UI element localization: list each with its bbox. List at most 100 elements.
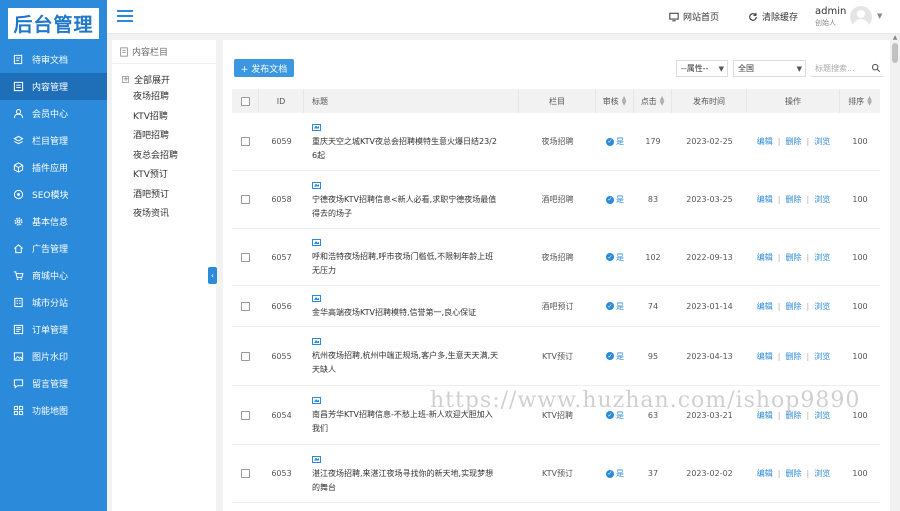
publish-document-button[interactable]: + 发布文档 <box>234 59 294 77</box>
row-audit-status[interactable]: ✓ 是 <box>596 445 634 502</box>
row-title-link[interactable]: 宁德夜场KTV招聘信息<新人必看,求职宁德夜场最值 得去的场子 <box>312 171 517 228</box>
clear-cache-button[interactable]: 清除缓存 <box>748 10 798 23</box>
tree-item[interactable]: 夜场资讯 <box>112 203 216 223</box>
edit-link[interactable]: 编辑 <box>757 136 773 147</box>
sidebar-item[interactable]: 内容管理 <box>0 73 107 100</box>
col-sort[interactable]: 排序 ▲ ▼ <box>840 89 880 113</box>
sidebar-item[interactable]: 城市分站 <box>0 289 107 316</box>
row-ops: 编辑 | 删除 | 浏览 <box>747 445 840 502</box>
sidebar-item[interactable]: 广告管理 <box>0 235 107 262</box>
delete-link[interactable]: 删除 <box>786 410 802 421</box>
sidebar-item[interactable]: 商城中心 <box>0 262 107 289</box>
row-title-link[interactable]: 杭州夜场招聘,杭州中端正规场,客户多,生意天天满,天 天缺人 <box>312 327 517 385</box>
row-audit-status[interactable]: ✓ 是 <box>596 171 634 228</box>
delete-link[interactable]: 删除 <box>786 252 802 263</box>
sidebar-item[interactable]: 基本信息 <box>0 208 107 235</box>
chevron-down-icon[interactable]: ▼ <box>877 12 882 20</box>
row-checkbox[interactable] <box>241 252 250 262</box>
edit-link[interactable]: 编辑 <box>757 301 773 312</box>
view-link[interactable]: 浏览 <box>814 410 830 421</box>
edit-link[interactable]: 编辑 <box>757 351 773 362</box>
row-checkbox[interactable] <box>241 195 250 204</box>
delete-link[interactable]: 删除 <box>786 351 802 362</box>
sidebar-item[interactable]: 订单管理 <box>0 316 107 343</box>
row-checkbox[interactable] <box>241 351 250 361</box>
select-all-checkbox[interactable] <box>240 96 250 106</box>
view-link[interactable]: 浏览 <box>814 351 830 362</box>
site-home-button[interactable]: 网站首页 <box>669 10 719 23</box>
scroll-thumb[interactable] <box>892 43 898 63</box>
edit-link[interactable]: 编辑 <box>757 252 773 263</box>
tree-item[interactable]: 夜场招聘 <box>112 86 216 106</box>
ops-separator: | <box>777 301 781 311</box>
sidebar-item[interactable]: 留言管理 <box>0 370 107 397</box>
attribute-select[interactable]: --属性-- ▼ <box>676 60 728 77</box>
row-checkbox[interactable] <box>241 469 250 478</box>
row-audit-status[interactable]: ✓ 是 <box>596 229 634 285</box>
sort-icon[interactable]: ▲ ▼ <box>622 96 627 107</box>
view-link[interactable]: 浏览 <box>814 301 830 312</box>
search-icon[interactable] <box>871 63 881 73</box>
view-link[interactable]: 浏览 <box>814 194 830 205</box>
search-input[interactable]: 标题搜索... <box>811 60 883 77</box>
user-info[interactable]: admin 创始人 <box>815 6 846 28</box>
row-title-line: 杭州夜场招聘,杭州中端正规场,客户多,生意天天满,天 <box>312 351 499 360</box>
row-title-link[interactable]: 湛江夜场招聘,来湛江夜场寻找你的新天地,实现梦想 的舞台 <box>312 445 517 502</box>
edit-doc-icon <box>12 54 24 66</box>
delete-link[interactable]: 删除 <box>786 194 802 205</box>
delete-link[interactable]: 删除 <box>786 136 802 147</box>
edit-link[interactable]: 编辑 <box>757 468 773 479</box>
tree-item[interactable]: KTV预订 <box>112 164 216 184</box>
scroll-up-icon[interactable]: ▲ <box>890 34 900 42</box>
collapse-panel-icon[interactable]: ‹ <box>208 267 217 284</box>
view-link[interactable]: 浏览 <box>814 252 830 263</box>
sidebar-item[interactable]: 插件应用 <box>0 154 107 181</box>
row-title-link[interactable]: 重庆天空之城KTV夜总会招聘模特生意火爆日结23/2 6起 <box>312 113 517 170</box>
row-title-link[interactable]: 呼和浩特夜场招聘,呼市夜场门槛低,不限制年龄上班 无压力 <box>312 229 517 285</box>
row-checkbox[interactable] <box>241 410 250 420</box>
tree-expand-all[interactable]: + 全部展开 <box>112 64 216 86</box>
sidebar-item[interactable]: SEO模块 <box>0 181 107 208</box>
ops-separator: | <box>806 351 810 361</box>
view-link[interactable]: 浏览 <box>814 136 830 147</box>
ops-separator: | <box>777 252 781 262</box>
sidebar-item[interactable]: 图片水印 <box>0 343 107 370</box>
delete-link[interactable]: 删除 <box>786 468 802 479</box>
row-column: KTV预订 <box>542 469 573 478</box>
row-title-line: 得去的场子 <box>312 208 352 218</box>
sidebar-item[interactable]: 栏目管理 <box>0 127 107 154</box>
view-link[interactable]: 浏览 <box>814 468 830 479</box>
sidebar-item-label: SEO模块 <box>32 191 69 201</box>
edit-link[interactable]: 编辑 <box>757 194 773 205</box>
tree-item[interactable]: 夜总会招聘 <box>112 145 216 165</box>
col-ops-label: 操作 <box>785 96 801 106</box>
tree-item[interactable]: 酒吧预订 <box>112 184 216 204</box>
tree-item[interactable]: KTV招聘 <box>112 106 216 126</box>
row-audit-status[interactable]: ✓ 是 <box>596 327 634 385</box>
row-audit-status[interactable]: ✓ 是 <box>596 286 634 326</box>
row-title-link[interactable]: 金华高端夜场KTV招聘模特,信誉第一,良心保证 <box>312 286 517 326</box>
row-checkbox[interactable] <box>241 137 250 146</box>
page-scrollbar[interactable]: ▲ <box>890 34 900 511</box>
sort-icon[interactable]: ▲ ▼ <box>660 96 665 107</box>
col-clicks[interactable]: 点击 ▲ ▼ <box>634 89 672 113</box>
row-audit-status[interactable]: ✓ 是 <box>596 386 634 444</box>
row-audit-status[interactable]: ✓ 是 <box>596 113 634 170</box>
expand-plus-icon[interactable]: + <box>122 76 129 83</box>
sidebar-item[interactable]: 待审文档 <box>0 46 107 73</box>
sidebar-item[interactable]: 功能地图 <box>0 397 107 424</box>
menu-toggle-icon[interactable] <box>117 8 133 24</box>
region-select[interactable]: 全国 ▼ <box>733 60 806 77</box>
row-title-link[interactable]: 南昌芳华KTV招聘信息-不愁上班-新人欢迎大胆加入 我们 <box>312 386 517 444</box>
avatar[interactable] <box>850 6 872 28</box>
edit-link[interactable]: 编辑 <box>757 410 773 421</box>
tree-item[interactable]: 酒吧招聘 <box>112 125 216 145</box>
sidebar-item[interactable]: 会员中心 <box>0 100 107 127</box>
col-audit[interactable]: 审核 ▲ ▼ <box>596 89 634 113</box>
row-id: 6057 <box>271 252 292 262</box>
delete-link[interactable]: 删除 <box>786 301 802 312</box>
row-checkbox[interactable] <box>241 301 250 311</box>
attribute-select-value: --属性-- <box>681 64 709 73</box>
sort-icon[interactable]: ▲ ▼ <box>867 96 872 107</box>
row-ops: 编辑 | 删除 | 浏览 <box>747 113 840 170</box>
